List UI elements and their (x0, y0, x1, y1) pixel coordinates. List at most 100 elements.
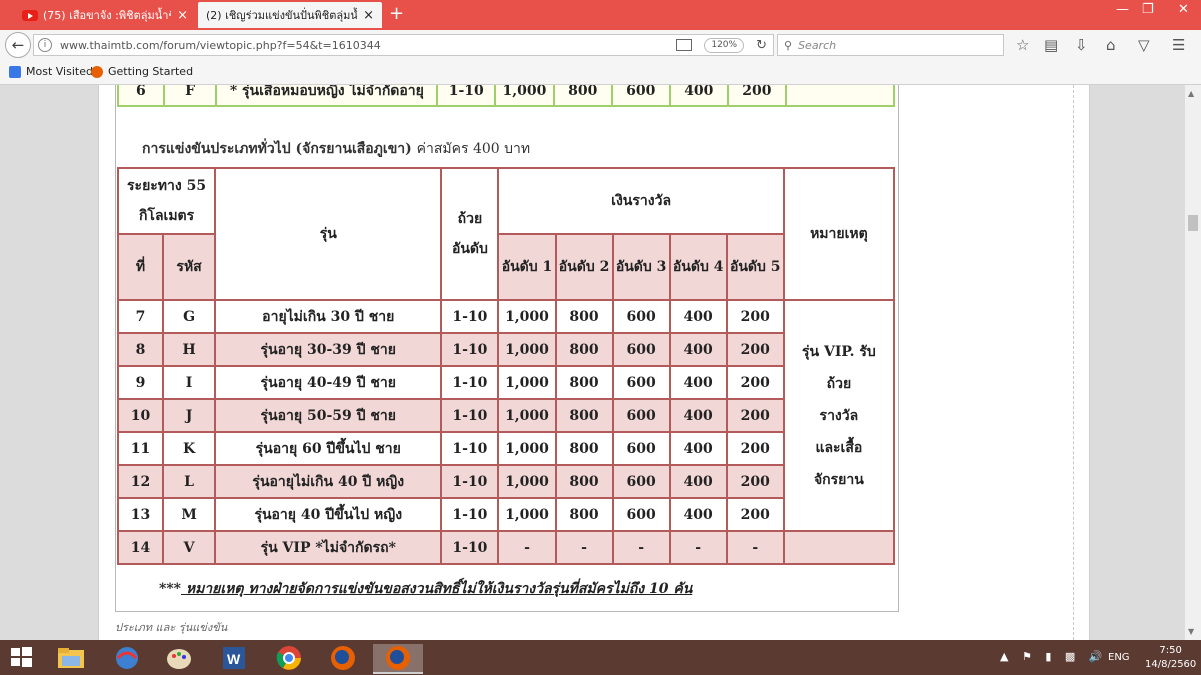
footnote: *** หมายเหตุ ทางฝ่ายจัดการแข่งขันขอสงวนส… (159, 578, 692, 600)
minimize-button[interactable]: — (1116, 2, 1129, 17)
url-bar[interactable]: i www.thaimtb.com/forum/viewtopic.php?f=… (33, 34, 774, 56)
svg-text:W: W (227, 651, 241, 667)
cell-class: รุ่นอายุไม่เกิน 40 ปี หญิง (214, 464, 443, 499)
cell-prize: 600 (611, 365, 671, 400)
column-divider (1073, 85, 1074, 640)
paint-icon[interactable] (164, 644, 194, 672)
back-button[interactable]: ← (5, 32, 31, 58)
header-rank-4: อันดับ 4 (668, 233, 728, 301)
bookmark-star-icon[interactable]: ☆ (1016, 36, 1029, 54)
previous-table: 6 F * รุ่นเสือหมอบหญิง ไม่จำกัดอายุ 1-10… (117, 85, 896, 107)
cell-trophy: 1-10 (440, 464, 500, 499)
restore-button[interactable]: ❐ (1142, 2, 1154, 17)
info-icon[interactable]: i (38, 38, 52, 52)
bookmark-getting-started[interactable]: Getting Started (91, 65, 193, 78)
cell-prize: 800 (554, 497, 614, 532)
reading-list-icon[interactable]: ▤ (1044, 36, 1058, 54)
table-row: 9 I รุ่นอายุ 40-49 ปี ชาย 1-10 1,000 800… (116, 365, 894, 400)
remark-line: จักรยาน (813, 471, 864, 488)
cell-class: รุ่นอายุ 40-49 ปี ชาย (214, 365, 443, 400)
cell-code: F (162, 85, 218, 107)
section-heading: การแข่งขันประเภททั่วไป (จักรยานเสือภูเขา… (142, 138, 530, 160)
bookmark-most-visited[interactable]: Most Visited (9, 65, 93, 78)
flag-icon[interactable]: ⚑ (1022, 650, 1032, 663)
cell-trophy: 1-10 (440, 365, 500, 400)
firefox-active-window[interactable] (373, 644, 423, 674)
tray-chevron-icon[interactable]: ▲ (1000, 650, 1008, 663)
reload-icon[interactable]: ↻ (756, 38, 767, 53)
cell-class: รุ่น VIP *ไม่จำกัดรถ* (214, 530, 443, 565)
system-tray: ▲ ⚑ ▮ ▩ 🔊 (1000, 650, 1103, 663)
table-row: 10 J รุ่นอายุ 50-59 ปี ชาย 1-10 1,000 80… (116, 398, 894, 433)
vertical-scrollbar[interactable]: ▲ ▼ (1185, 85, 1201, 640)
zoom-indicator[interactable]: 120% (704, 37, 745, 53)
remark-line: และเสื้อ (815, 439, 863, 456)
tab-youtube[interactable]: (75) เสือขาจัง :พิชิตลุ่มน้ำชี ครั้ง × (14, 2, 196, 28)
cell-prize: 200 (725, 398, 785, 433)
scroll-up-icon[interactable]: ▲ (1188, 89, 1194, 98)
cell-prize: 1,000 (497, 464, 557, 499)
cell-prize: 200 (725, 299, 785, 334)
post-image: 6 F * รุ่นเสือหมอบหญิง ไม่จำกัดอายุ 1-10… (115, 85, 899, 612)
cell-prize: 400 (668, 332, 728, 367)
cell-trophy: 1-10 (440, 398, 500, 433)
close-tab-icon[interactable]: × (363, 8, 374, 23)
header-remark: หมายเหตุ (782, 167, 896, 301)
scroll-thumb[interactable] (1188, 215, 1198, 231)
clock-time: 7:50 (1159, 645, 1182, 656)
cell-trophy: 1-10 (440, 530, 500, 565)
cell-prize: 800 (554, 299, 614, 334)
close-tab-icon[interactable]: × (177, 8, 188, 23)
nav-bar: ← i www.thaimtb.com/forum/viewtopic.php?… (0, 30, 1201, 60)
language-indicator[interactable]: ENG (1108, 652, 1130, 663)
clock[interactable]: 7:50 14/8/2560 (1145, 644, 1196, 672)
new-tab-button[interactable]: + (389, 4, 404, 24)
cell-remark-vip: รุ่น VIP. รับ ถ้วย รางวัล และเสื้อ จักรย… (782, 299, 896, 532)
search-input[interactable]: ⚲ Search (777, 34, 1004, 56)
cell-no: 9 (116, 365, 165, 400)
table-row: 12 L รุ่นอายุไม่เกิน 40 ปี หญิง 1-10 1,0… (116, 464, 894, 499)
pocket-icon[interactable]: ▽ (1138, 36, 1150, 54)
url-text[interactable]: www.thaimtb.com/forum/viewtopic.php?f=54… (60, 39, 676, 52)
download-icon[interactable]: ⇩ (1075, 36, 1088, 54)
windows-start-icon[interactable] (8, 644, 38, 672)
cell-prize: 600 (611, 332, 671, 367)
tab-thaimtb[interactable]: (2) เชิญร่วมแข่งขันปั่นพิชิตลุ่มน้ำชี ก … (198, 2, 382, 28)
cell-prize: 600 (611, 431, 671, 466)
cell-prize: 1,000 (494, 85, 555, 107)
remark-line: รุ่น VIP. รับ (802, 343, 876, 360)
tab-strip: (75) เสือขาจัง :พิชิตลุ่มน้ำชี ครั้ง × (… (0, 0, 1201, 30)
most-visited-icon (9, 65, 21, 78)
taskbar: W ▲ ⚑ ▮ ▩ 🔊 ENG 7:50 14/8/2560 (0, 640, 1201, 675)
reader-view-icon[interactable] (676, 39, 693, 51)
cell-prize: - (554, 530, 614, 565)
page-content: 6 F * รุ่นเสือหมอบหญิง ไม่จำกัดอายุ 1-10… (0, 85, 1185, 640)
chrome-icon[interactable] (274, 644, 304, 672)
file-explorer-icon[interactable] (56, 644, 86, 672)
battery-icon[interactable]: ▮ (1045, 650, 1051, 663)
cell-prize: 400 (668, 431, 728, 466)
cell-prize: 400 (668, 299, 728, 334)
header-distance: ระยะทาง 55 กิโลเมตร (116, 167, 217, 235)
home-icon[interactable]: ⌂ (1106, 36, 1116, 54)
cell-remark (782, 530, 896, 565)
cell-prize: 1,000 (497, 332, 557, 367)
app-globe-icon[interactable] (112, 644, 142, 672)
section-fee: ค่าสมัคร 400 บาท (416, 141, 531, 157)
cell-trophy: 1-10 (436, 85, 497, 107)
close-window-button[interactable]: ✕ (1178, 2, 1189, 17)
menu-icon[interactable]: ☰ (1172, 36, 1185, 54)
header-trophy: ถ้วย อันดับ (440, 167, 500, 301)
cell-prize: - (725, 530, 785, 565)
volume-icon[interactable]: 🔊 (1089, 650, 1103, 663)
firefox-taskbar-icon[interactable] (328, 644, 358, 672)
bookmark-label: Most Visited (26, 65, 93, 78)
network-icon[interactable]: ▩ (1065, 650, 1075, 663)
cell-prize: 1,000 (497, 497, 557, 532)
cell-prize: - (668, 530, 728, 565)
youtube-icon (22, 9, 38, 21)
word-icon[interactable]: W (219, 644, 249, 672)
header-rank-5: อันดับ 5 (725, 233, 785, 301)
scroll-down-icon[interactable]: ▼ (1188, 627, 1194, 636)
cell-prize: - (611, 530, 671, 565)
